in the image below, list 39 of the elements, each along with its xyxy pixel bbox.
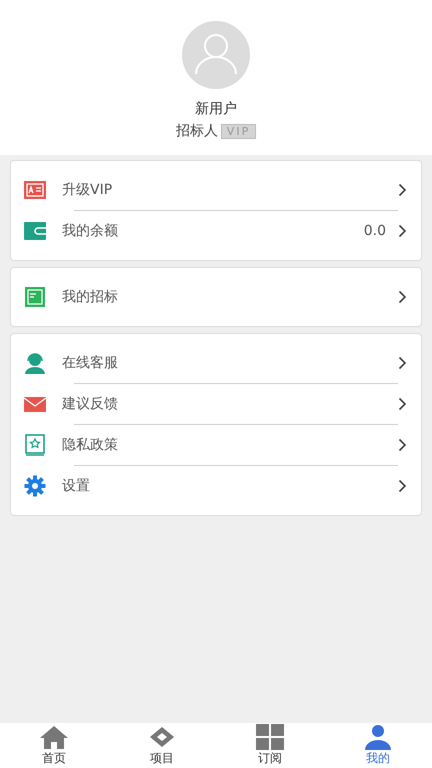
tab-bar-item[interactable]: 我的: [324, 723, 432, 768]
menu-item[interactable]: 设置: [11, 466, 421, 506]
home-icon: [39, 724, 69, 750]
person-icon: [363, 724, 393, 750]
headset-person-icon: [24, 352, 46, 374]
balance-value: 0.0: [364, 223, 386, 239]
avatar: [182, 21, 250, 89]
tab-bar-item[interactable]: 首页: [0, 723, 108, 768]
tab-bar-item[interactable]: 项目: [108, 723, 216, 768]
chevron-right-icon: [398, 183, 407, 197]
menu-item[interactable]: 在线客服: [11, 343, 421, 383]
user-name: 新用户: [195, 100, 237, 118]
chevron-right-icon: [398, 290, 407, 304]
tab-bar-item[interactable]: 订阅: [216, 723, 324, 768]
menu-item[interactable]: 我的余额 0.0: [11, 211, 421, 251]
settings-icon: [24, 475, 46, 497]
id-card-icon: [24, 179, 46, 201]
menu-item-label: 升级VIP: [62, 181, 114, 199]
grid-icon: [255, 724, 285, 750]
wallet-icon: [24, 220, 46, 242]
menu-item-label: 建议反馈: [62, 395, 119, 413]
menu-item-label: 设置: [62, 477, 91, 495]
vip-badge: VIP: [220, 124, 256, 138]
menu-item-label: 隐私政策: [62, 436, 119, 454]
chevron-right-icon: [398, 438, 407, 452]
menu-item[interactable]: 升级VIP: [11, 170, 421, 210]
menu-item[interactable]: 隐私政策: [11, 425, 421, 465]
menu-item[interactable]: 建议反馈: [11, 384, 421, 424]
chevron-right-icon: [398, 224, 407, 238]
chevron-right-icon: [398, 356, 407, 370]
chevron-right-icon: [398, 479, 407, 493]
user-role: 招标人: [176, 122, 218, 140]
menu-item-label: 在线客服: [62, 354, 119, 372]
menu-item-label: 我的余额: [62, 222, 119, 240]
menu-item[interactable]: 我的招标: [11, 277, 421, 317]
star-page-icon: [24, 434, 46, 456]
menu-item-label: 我的招标: [62, 288, 119, 306]
notebook-icon: [24, 286, 46, 308]
chevron-right-icon: [398, 397, 407, 411]
